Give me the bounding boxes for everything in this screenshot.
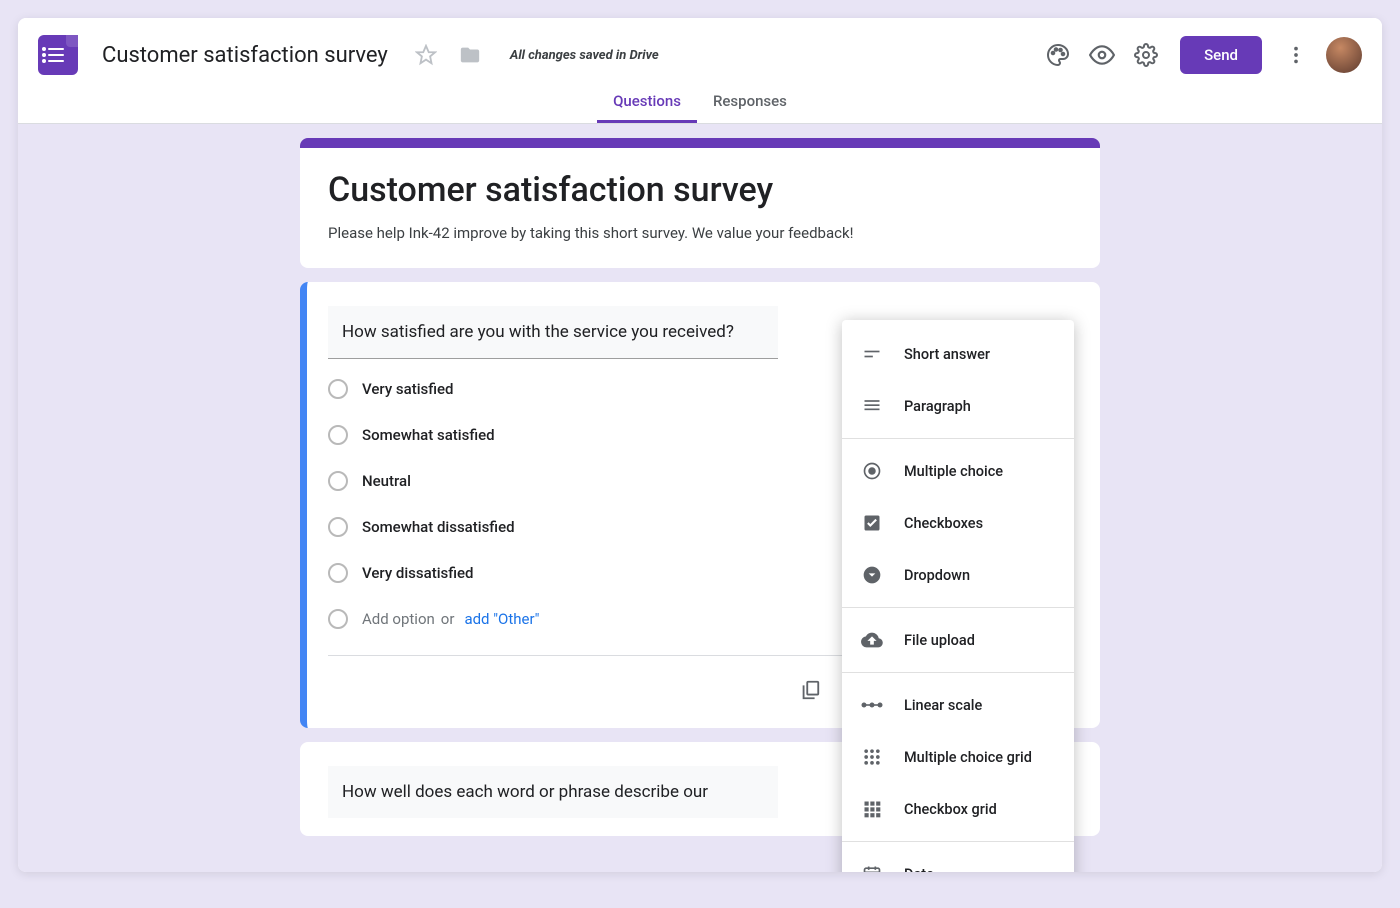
radio-icon [328, 379, 348, 399]
menu-paragraph[interactable]: Paragraph [842, 380, 1074, 432]
menu-checkbox-grid[interactable]: Checkbox grid [842, 783, 1074, 835]
option-label[interactable]: Somewhat satisfied [362, 426, 495, 444]
short-answer-icon [860, 342, 884, 366]
menu-file-upload[interactable]: File upload [842, 614, 1074, 666]
folder-icon[interactable] [452, 37, 488, 73]
duplicate-icon[interactable] [790, 670, 830, 710]
question-text-input[interactable] [328, 306, 778, 359]
question-type-menu: Short answer Paragraph Multiple choice C [842, 320, 1074, 872]
menu-divider [842, 841, 1074, 842]
tab-questions[interactable]: Questions [597, 82, 697, 123]
app-window: Customer satisfaction survey All changes… [18, 18, 1382, 872]
radio-icon [328, 517, 348, 537]
menu-checkboxes[interactable]: Checkboxes [842, 497, 1074, 549]
document-title[interactable]: Customer satisfaction survey [96, 43, 394, 68]
dropdown-circle-icon [860, 563, 884, 587]
menu-divider [842, 672, 1074, 673]
option-label[interactable]: Somewhat dissatisfied [362, 518, 515, 536]
cloud-upload-icon [860, 628, 884, 652]
linear-scale-icon [860, 693, 884, 717]
paragraph-icon [860, 394, 884, 418]
tab-responses[interactable]: Responses [697, 82, 803, 123]
checkbox-checked-icon [860, 511, 884, 535]
forms-app-icon[interactable] [38, 35, 78, 75]
palette-icon[interactable] [1040, 37, 1076, 73]
menu-linear-scale[interactable]: Linear scale [842, 679, 1074, 731]
preview-eye-icon[interactable] [1084, 37, 1120, 73]
option-label[interactable]: Very dissatisfied [362, 564, 474, 582]
radio-selected-icon [860, 459, 884, 483]
calendar-icon [860, 862, 884, 872]
user-avatar[interactable] [1326, 37, 1362, 73]
add-other-link[interactable]: add "Other" [464, 610, 539, 628]
menu-divider [842, 438, 1074, 439]
radio-icon [328, 609, 348, 629]
dot-grid-icon [860, 745, 884, 769]
settings-gear-icon[interactable] [1128, 37, 1164, 73]
menu-divider [842, 607, 1074, 608]
form-canvas: Customer satisfaction survey Please help… [18, 124, 1382, 872]
form-title-card[interactable]: Customer satisfaction survey Please help… [300, 138, 1100, 268]
option-label[interactable]: Neutral [362, 472, 411, 490]
menu-dropdown[interactable]: Dropdown [842, 549, 1074, 601]
header-toolbar: Customer satisfaction survey All changes… [18, 18, 1382, 82]
or-text: or [441, 610, 455, 628]
more-vertical-icon[interactable] [1278, 37, 1314, 73]
menu-multiple-choice[interactable]: Multiple choice [842, 445, 1074, 497]
form-title-text[interactable]: Customer satisfaction survey [328, 170, 1072, 210]
option-label[interactable]: Very satisfied [362, 380, 454, 398]
send-button[interactable]: Send [1180, 36, 1262, 74]
square-grid-icon [860, 797, 884, 821]
menu-multiple-choice-grid[interactable]: Multiple choice grid [842, 731, 1074, 783]
form-description-text[interactable]: Please help Ink-42 improve by taking thi… [328, 224, 1072, 242]
menu-short-answer[interactable]: Short answer [842, 328, 1074, 380]
radio-icon [328, 563, 348, 583]
radio-icon [328, 425, 348, 445]
star-icon[interactable] [408, 37, 444, 73]
add-option-link[interactable]: Add option [362, 610, 435, 628]
menu-date[interactable]: Date [842, 848, 1074, 872]
radio-icon [328, 471, 348, 491]
tab-bar: Questions Responses [18, 82, 1382, 124]
question-text-peek[interactable]: How well does each word or phrase descri… [328, 766, 778, 818]
save-status-text: All changes saved in Drive [510, 48, 659, 63]
